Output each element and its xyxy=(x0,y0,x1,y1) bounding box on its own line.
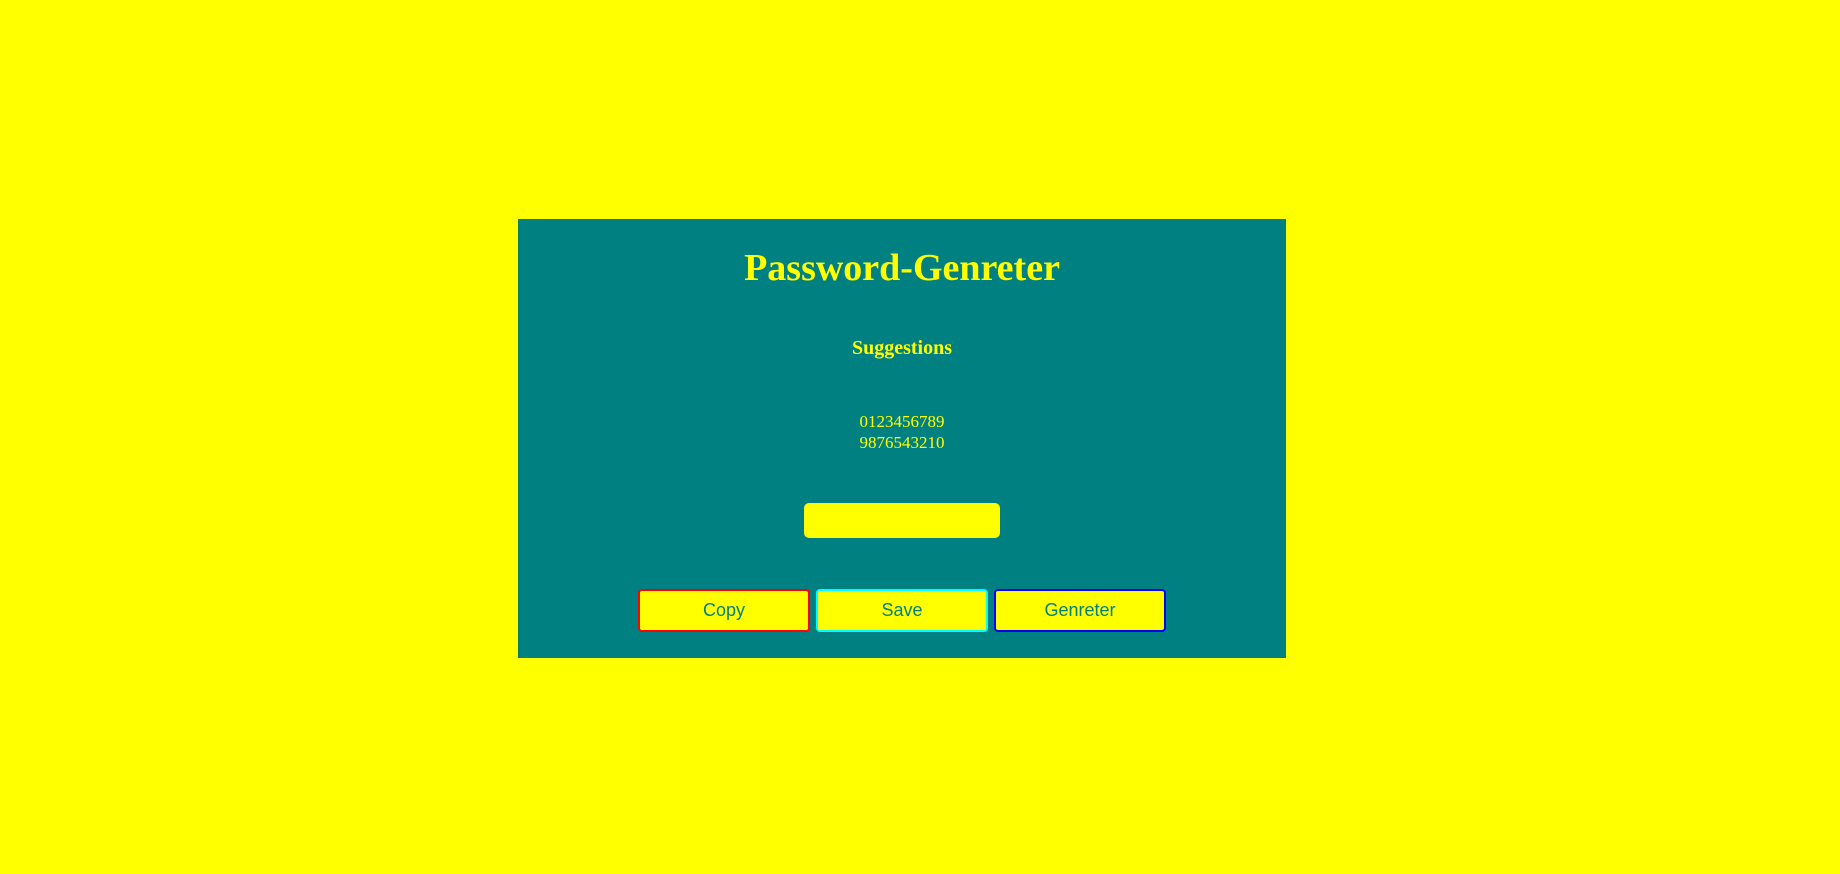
suggestions-heading: Suggestions xyxy=(851,337,953,359)
page-title: Password-Genreter xyxy=(744,247,1060,289)
password-generator-card: Password-Genreter Suggestions 0123456789… xyxy=(518,219,1286,658)
copy-button[interactable]: Copy xyxy=(638,589,810,632)
generate-button[interactable]: Genreter xyxy=(994,589,1166,632)
password-input[interactable] xyxy=(804,503,1000,538)
save-button[interactable]: Save xyxy=(816,589,988,632)
suggestions-list: 0123456789 9876543210 xyxy=(518,411,1286,453)
suggestion-item: 0123456789 xyxy=(859,412,945,431)
suggestion-item: 9876543210 xyxy=(859,433,945,452)
